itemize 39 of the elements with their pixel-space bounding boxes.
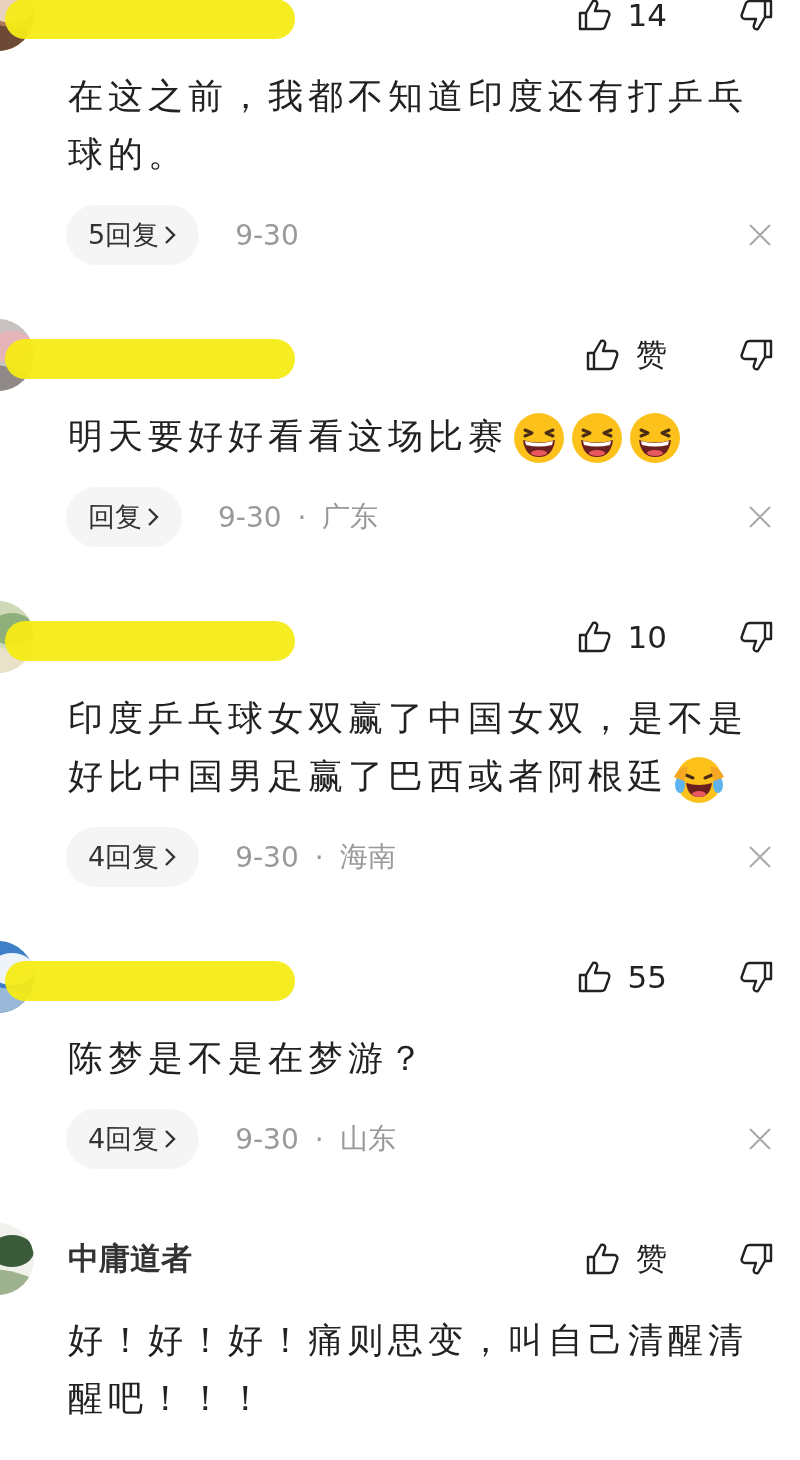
like-count: 14 (627, 0, 667, 33)
reply-button[interactable]: 5回复 (66, 205, 200, 265)
like-count: 10 (627, 619, 667, 655)
comment-date: 9-30 (218, 500, 282, 534)
comment-location: 山东 (339, 1121, 396, 1157)
comment-date: 9-30 (235, 840, 299, 874)
like-count: 55 (627, 959, 667, 995)
separator-dot: · (297, 500, 307, 534)
thumbs-down-icon[interactable] (739, 959, 775, 995)
thumbs-up-icon[interactable] (584, 337, 620, 373)
thumbs-down-icon[interactable] (739, 619, 775, 655)
thumbs-down-icon[interactable] (739, 1241, 775, 1277)
comment-text: 好！好！好！痛则思变，叫自己清醒清醒吧！！！ (68, 1319, 749, 1420)
chevron-right-icon (163, 224, 178, 246)
grinning-face-icon (628, 411, 682, 465)
comment-text: 明天要好好看看这场比赛 (68, 407, 775, 465)
comment-text: 陈梦是不是在梦游？ (68, 1037, 429, 1080)
reply-button[interactable]: 4回复 (66, 827, 200, 887)
username: 中庸道者 (68, 1239, 192, 1278)
like-count: 赞 (636, 1239, 667, 1278)
comment-location: 海南 (339, 839, 396, 875)
chevron-right-icon (163, 846, 178, 868)
chevron-right-icon (146, 506, 160, 528)
separator-dot: · (314, 840, 324, 874)
grinning-face-icon (512, 411, 566, 465)
comment-text: 印度乒乓球女双赢了中国女双，是不是好比中国男足赢了巴西或者阿根廷 (68, 689, 775, 805)
comment-date: 9-30 (235, 218, 299, 252)
grinning-face-icon (570, 411, 624, 465)
comment-location: 广东 (322, 499, 379, 535)
thumbs-down-icon[interactable] (739, 337, 775, 373)
thumbs-down-icon[interactable] (739, 0, 775, 33)
reply-button[interactable]: 4回复 (66, 1109, 200, 1169)
separator-dot: · (314, 1122, 324, 1156)
chevron-right-icon (163, 1128, 178, 1150)
thumbs-up-icon[interactable] (584, 1241, 620, 1277)
like-count: 赞 (636, 335, 667, 374)
reply-button[interactable]: 回复 (66, 487, 182, 547)
comment-text: 在这之前，我都不知道印度还有打乒乓球的。 (68, 75, 749, 176)
comment-date: 9-30 (235, 1122, 299, 1156)
